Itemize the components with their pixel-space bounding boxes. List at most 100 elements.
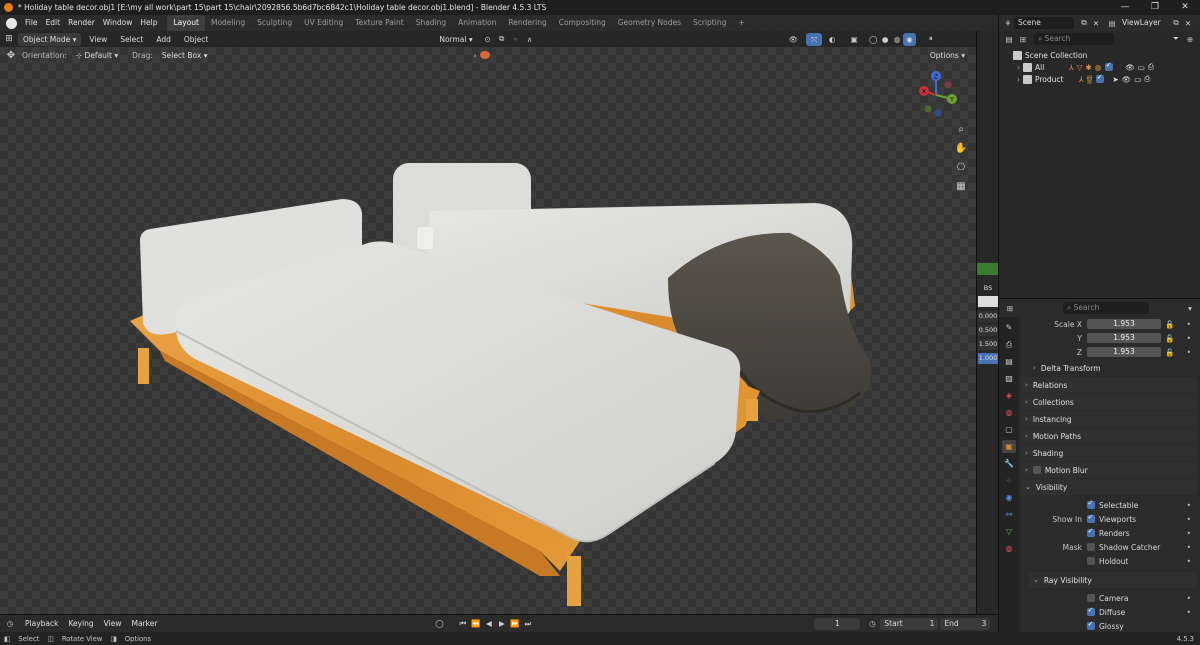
add-workspace-button[interactable]: + [732, 15, 750, 31]
visibility-panel[interactable]: ⌄ Visibility [1021, 479, 1197, 495]
renders-checkbox[interactable] [1087, 527, 1095, 537]
blender-logo-icon[interactable] [6, 17, 17, 29]
tab-scripting[interactable]: Scripting [687, 15, 732, 31]
expand-arrow-icon[interactable]: › [1017, 63, 1020, 72]
keyframe-dot[interactable]: • [1187, 557, 1191, 566]
material-tab-icon[interactable]: ◍ [1002, 542, 1016, 555]
shading-panel[interactable]: › Shading [1021, 445, 1197, 461]
collection-tab-icon[interactable]: ▢ [1002, 423, 1016, 436]
filter-icon[interactable]: ⏷ [1169, 34, 1183, 44]
camera-view-icon[interactable]: ⎔ [953, 160, 969, 176]
new-collection-icon[interactable]: ⊕ [1183, 35, 1197, 44]
keyframe-dot[interactable]: • [1187, 501, 1191, 510]
scale-y-field[interactable]: 1.953 [1087, 333, 1161, 343]
timeline-view-menu[interactable]: View [99, 619, 127, 628]
menu-edit[interactable]: Edit [42, 15, 65, 31]
menu-window[interactable]: Window [99, 15, 137, 31]
timeline-editor-icon[interactable]: ◷ [0, 619, 20, 628]
close-window-button[interactable]: ✕ [1170, 0, 1200, 15]
particles-tab-icon[interactable]: ⁘ [1002, 474, 1016, 487]
new-view-layer-icon[interactable]: ⧉ [1170, 18, 1182, 28]
pin-dropdown-icon[interactable]: ▾ [1184, 304, 1196, 313]
motion-paths-panel[interactable]: › Motion Paths [1021, 428, 1197, 444]
instancing-panel[interactable]: › Instancing [1021, 411, 1197, 427]
jump-keyframe-back-icon[interactable]: ⏪ [469, 619, 482, 628]
delta-transform-panel[interactable]: › Delta Transform [1029, 360, 1197, 376]
glossy-checkbox[interactable] [1087, 620, 1095, 630]
collection-include-checkbox[interactable] [1096, 73, 1105, 83]
scale-z-field[interactable]: 1.953 [1087, 347, 1161, 357]
ray-visibility-panel[interactable]: ⌄ Ray Visibility [1029, 572, 1197, 588]
render-camera-icon[interactable]: ⎙ [1148, 62, 1154, 72]
3d-viewport[interactable]: ⊞ Object Mode ▾ View Select Add Object N… [0, 31, 976, 614]
keyframe-dot[interactable]: • [1187, 334, 1191, 343]
scale-x-field[interactable]: 1.953 [1087, 319, 1161, 329]
strip-swatch[interactable] [978, 296, 998, 307]
strip-value-3[interactable]: 1.500 [978, 339, 998, 350]
motion-blur-panel[interactable]: › Motion Blur [1021, 462, 1197, 478]
end-frame-field[interactable]: End 3 [940, 617, 991, 630]
jump-start-icon[interactable]: ⏮ [456, 619, 469, 629]
viewports-checkbox[interactable] [1087, 513, 1095, 523]
tab-layout[interactable]: Layout [167, 15, 205, 31]
zoom-icon[interactable]: ⌕ [953, 122, 969, 138]
relations-panel[interactable]: › Relations [1021, 377, 1197, 393]
constraints-tab-icon[interactable]: ⚯ [1002, 508, 1016, 521]
tool-tab-icon[interactable]: ✎ [1002, 321, 1016, 334]
jump-end-icon[interactable]: ⏭ [521, 619, 534, 629]
data-tab-icon[interactable]: ▽ [1002, 525, 1016, 538]
keying-menu[interactable]: Keying [63, 619, 98, 628]
tab-sculpting[interactable]: Sculpting [251, 15, 298, 31]
start-frame-field[interactable]: Start 1 [880, 617, 939, 630]
maximize-button[interactable]: ❐ [1140, 0, 1170, 15]
view-layer-icon[interactable]: ▤ [1106, 19, 1118, 28]
select-cursor-icon[interactable]: ➤ [1112, 75, 1118, 84]
menu-file[interactable]: File [21, 15, 42, 31]
tab-shading[interactable]: Shading [410, 15, 452, 31]
grid-perspective-icon[interactable]: ▦ [953, 179, 969, 195]
delete-view-layer-icon[interactable]: ✕ [1182, 19, 1194, 28]
expand-arrow-icon[interactable]: › [1017, 75, 1020, 84]
display-mode-icon[interactable]: ⊞ [1016, 35, 1030, 44]
strip-value-4[interactable]: 1.000 [978, 353, 998, 364]
modifier-tab-icon[interactable]: 🔧 [1002, 457, 1016, 470]
marker-menu[interactable]: Marker [126, 619, 162, 628]
motion-blur-checkbox[interactable] [1032, 466, 1041, 474]
current-frame-field[interactable]: 1 [814, 617, 861, 630]
lock-icon[interactable]: 🔓 [1165, 334, 1174, 343]
render-tab-icon[interactable]: ⎙ [1002, 338, 1016, 351]
scene-name-field[interactable]: Scene [1014, 17, 1074, 29]
keyframe-dot[interactable]: • [1187, 348, 1191, 357]
tab-texture-paint[interactable]: Texture Paint [349, 15, 409, 31]
tab-geometry-nodes[interactable]: Geometry Nodes [612, 15, 687, 31]
keyframe-dot[interactable]: • [1187, 515, 1191, 524]
preview-range-icon[interactable]: ◷ [864, 619, 880, 628]
keyframe-dot[interactable]: • [1187, 543, 1191, 552]
properties-editor-icon[interactable]: ⊞ [1003, 304, 1017, 313]
lock-icon[interactable]: 🔓 [1165, 320, 1174, 329]
shadow-catcher-checkbox[interactable] [1087, 543, 1095, 551]
keyframe-dot[interactable]: • [1187, 529, 1191, 538]
strip-value-1[interactable]: 0.000 [978, 311, 998, 322]
monitor-icon[interactable]: ▭ [1134, 75, 1141, 84]
selectable-checkbox[interactable] [1087, 499, 1095, 509]
output-tab-icon[interactable]: ▤ [1002, 355, 1016, 368]
monitor-icon[interactable]: ▭ [1138, 63, 1145, 72]
menu-render[interactable]: Render [64, 15, 99, 31]
view-layer-field[interactable]: ViewLayer [1118, 17, 1166, 29]
tab-compositing[interactable]: Compositing [553, 15, 612, 31]
diffuse-checkbox[interactable] [1087, 606, 1095, 616]
jump-keyframe-forward-icon[interactable]: ⏩ [508, 619, 521, 628]
tab-rendering[interactable]: Rendering [502, 15, 552, 31]
tab-modeling[interactable]: Modeling [205, 15, 251, 31]
camera-checkbox[interactable] [1087, 594, 1095, 602]
collection-include-checkbox[interactable] [1105, 61, 1114, 71]
scene-tab-icon[interactable]: ◈ [1002, 389, 1016, 402]
render-camera-icon[interactable]: ⎙ [1144, 74, 1150, 84]
strip-value-2[interactable]: 0.500 [978, 325, 998, 336]
play-reverse-icon[interactable]: ◀ [482, 619, 495, 628]
menu-help[interactable]: Help [136, 15, 161, 31]
outliner-item-product[interactable]: › Product ⅄ ▽ ➤ 👁 ▭ ⎙ [1005, 73, 1194, 85]
keyframe-dot[interactable]: • [1187, 594, 1191, 603]
minimize-button[interactable]: — [1110, 0, 1140, 15]
